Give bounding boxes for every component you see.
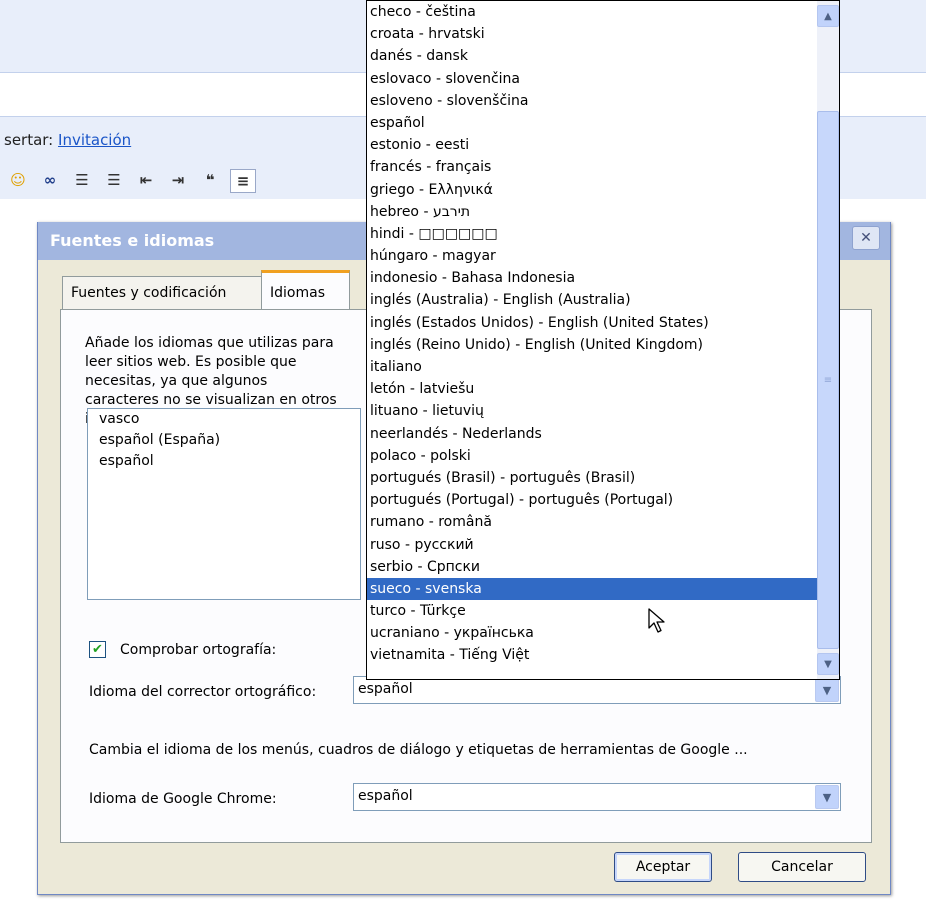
dropdown-option[interactable]: vietnamita - Tiếng Việt bbox=[367, 644, 839, 666]
dropdown-option[interactable]: estonio - eesti bbox=[367, 134, 839, 156]
list-item[interactable]: español bbox=[88, 451, 360, 472]
dropdown-scrollbar[interactable]: ▲ ≡ ▼ bbox=[817, 1, 839, 679]
dropdown-option[interactable]: eslovaco - slovenčina bbox=[367, 68, 839, 90]
dropdown-option[interactable]: checo - čeština bbox=[367, 1, 839, 23]
dropdown-option[interactable]: portugués (Brasil) - português (Brasil) bbox=[367, 467, 839, 489]
dropdown-option[interactable]: serbio - Српски bbox=[367, 556, 839, 578]
dropdown-option[interactable]: lituano - lietuvių bbox=[367, 400, 839, 422]
quote-icon[interactable]: ❝ bbox=[198, 169, 222, 191]
dropdown-option[interactable]: ucraniano - українська bbox=[367, 622, 839, 644]
chrome-language-select[interactable]: español ▼ bbox=[353, 783, 841, 811]
spellcheck-checkbox[interactable]: ✔ bbox=[89, 641, 106, 658]
tab-fonts-encoding[interactable]: Fuentes y codificación bbox=[62, 276, 269, 309]
spellcheck-row: ✔ Comprobar ortografía: bbox=[89, 641, 276, 658]
dialog-title: Fuentes e idiomas bbox=[50, 231, 215, 250]
align-left-icon[interactable]: ≡ bbox=[230, 169, 256, 193]
dropdown-option[interactable]: neerlandés - Nederlands bbox=[367, 423, 839, 445]
dropdown-option[interactable]: inglés (Estados Unidos) - English (Unite… bbox=[367, 312, 839, 334]
mouse-cursor-icon bbox=[648, 608, 665, 633]
indent-icon[interactable]: ⇥ bbox=[166, 169, 190, 191]
dropdown-option[interactable]: hindi - □□□□□□ bbox=[367, 223, 839, 245]
dropdown-option[interactable]: griego - Ελληνικά bbox=[367, 179, 839, 201]
chrome-language-label: Idioma de Google Chrome: bbox=[89, 791, 277, 807]
numbered-list-icon[interactable]: ☰ bbox=[70, 169, 94, 191]
dropdown-option[interactable]: ruso - русский bbox=[367, 534, 839, 556]
chrome-language-value: español bbox=[358, 788, 413, 804]
dropdown-option[interactable]: indonesio - Bahasa Indonesia bbox=[367, 267, 839, 289]
dropdown-option[interactable]: sueco - svenska bbox=[367, 577, 839, 601]
insert-label: sertar: bbox=[4, 131, 59, 149]
list-item[interactable]: español (España) bbox=[88, 430, 360, 451]
corrector-language-value: español bbox=[358, 681, 413, 697]
corrector-language-select[interactable]: español ▼ bbox=[353, 676, 841, 704]
scroll-down-icon[interactable]: ▼ bbox=[817, 653, 839, 675]
dropdown-options: checo - čeština croata - hrvatski danés - … bbox=[367, 1, 839, 667]
dropdown-option[interactable]: letón - latviešu bbox=[367, 378, 839, 400]
chevron-down-icon[interactable]: ▼ bbox=[815, 785, 839, 809]
dropdown-option[interactable]: italiano bbox=[367, 356, 839, 378]
dropdown-option[interactable]: croata - hrvatski bbox=[367, 23, 839, 45]
dropdown-option[interactable]: polaco - polski bbox=[367, 445, 839, 467]
languages-listbox[interactable]: vasco español (España) español bbox=[87, 408, 361, 600]
spellcheck-label: Comprobar ortografía: bbox=[120, 641, 277, 658]
dropdown-option[interactable]: portugués (Portugal) - português (Portug… bbox=[367, 489, 839, 511]
dropdown-option[interactable]: inglés (Reino Unido) - English (United K… bbox=[367, 334, 839, 356]
dropdown-option[interactable]: danés - dansk bbox=[367, 45, 839, 67]
chevron-down-icon[interactable]: ▼ bbox=[815, 678, 839, 702]
corrector-language-label: Idioma del corrector ortográfico: bbox=[89, 684, 317, 700]
cancel-button[interactable]: Cancelar bbox=[738, 852, 866, 882]
dropdown-option[interactable]: francés - français bbox=[367, 156, 839, 178]
invitation-link[interactable]: Invitación bbox=[58, 131, 131, 149]
dropdown-option[interactable]: turco - Türkçe bbox=[367, 600, 839, 622]
accept-button[interactable]: Aceptar bbox=[614, 852, 712, 882]
chrome-language-hint: Cambia el idioma de los menús, cuadros d… bbox=[89, 742, 748, 758]
formatting-toolbar: ☺ ∞ ☰ ☰ ⇤ ⇥ ❝ ≡ bbox=[6, 169, 256, 193]
tab-languages[interactable]: Idiomas bbox=[261, 270, 350, 313]
dropdown-option[interactable]: rumano - română bbox=[367, 511, 839, 533]
close-icon[interactable]: ✕ bbox=[852, 226, 880, 250]
scrollbar-thumb[interactable]: ≡ bbox=[817, 111, 839, 649]
language-dropdown-list[interactable]: checo - čeština croata - hrvatski danés - … bbox=[366, 0, 840, 680]
emoticon-icon[interactable]: ☺ bbox=[6, 169, 30, 191]
scroll-up-icon[interactable]: ▲ bbox=[817, 5, 839, 27]
dropdown-option[interactable]: español bbox=[367, 112, 839, 134]
dropdown-option[interactable]: hebreo - תירבע bbox=[367, 201, 839, 223]
insert-row: sertar: Invitación bbox=[4, 131, 131, 149]
list-item[interactable]: vasco bbox=[88, 409, 360, 430]
link-icon[interactable]: ∞ bbox=[38, 169, 62, 191]
dropdown-option[interactable]: húngaro - magyar bbox=[367, 245, 839, 267]
outdent-icon[interactable]: ⇤ bbox=[134, 169, 158, 191]
bulleted-list-icon[interactable]: ☰ bbox=[102, 169, 126, 191]
dropdown-option[interactable]: inglés (Australia) - English (Australia) bbox=[367, 289, 839, 311]
dropdown-option[interactable]: esloveno - slovenščina bbox=[367, 90, 839, 112]
